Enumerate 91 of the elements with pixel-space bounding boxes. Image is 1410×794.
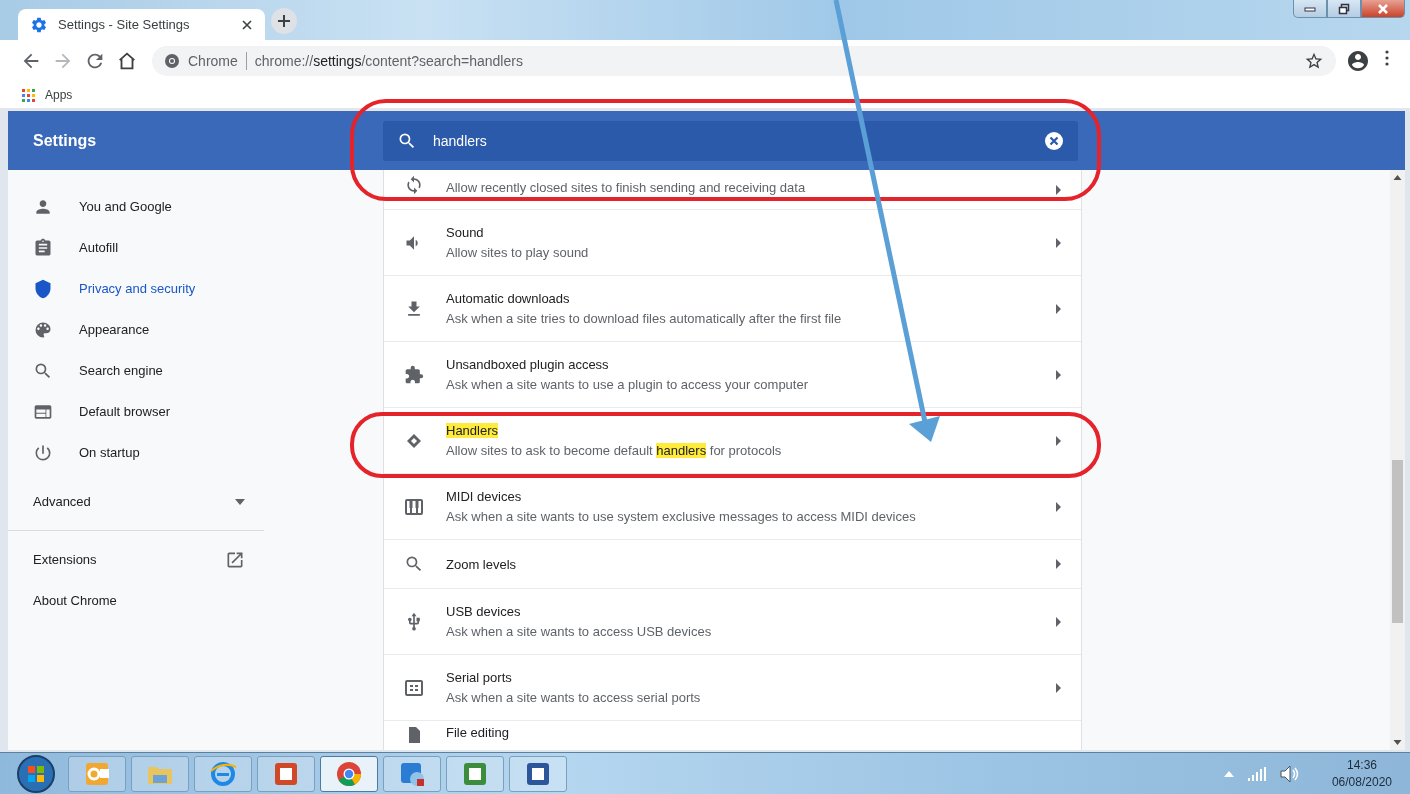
setting-description: Ask when a site wants to access serial ports xyxy=(446,690,702,705)
arrow-right-icon xyxy=(1056,435,1061,446)
site-label: Chrome xyxy=(188,53,238,69)
setting-description: Ask when a site wants to use a plugin to access your computer xyxy=(446,377,810,392)
bookmark-link[interactable]: Apps xyxy=(22,88,73,102)
apps-grid-icon xyxy=(22,88,35,102)
chrome-logo-icon xyxy=(164,53,180,69)
sidebar-item[interactable]: Appearance xyxy=(8,309,265,350)
taskbar-button[interactable] xyxy=(320,755,378,792)
sidebar-item[interactable]: Autofill xyxy=(8,227,265,268)
clock-date: 06/08/2020 xyxy=(1331,775,1392,789)
clear-search-button[interactable] xyxy=(1044,130,1064,151)
setting-title: Serial ports xyxy=(446,670,513,685)
close-button[interactable] xyxy=(1361,0,1405,18)
setting-title: Sound xyxy=(446,225,485,240)
clear-icon xyxy=(1044,130,1064,151)
arrow-right-icon xyxy=(1056,237,1061,248)
search-field[interactable]: handlers xyxy=(383,120,1078,161)
settings-row[interactable]: Unsandboxed plugin access Ask when a site wants to use a plugin to access your computer xyxy=(384,342,1081,408)
serial-port-icon xyxy=(404,677,424,698)
sidebar-item[interactable]: On startup xyxy=(8,432,265,473)
settings-row[interactable]: MIDI devices Ask when a site wants to use system exclusive messages to access MIDI devices xyxy=(384,474,1081,540)
plus-icon xyxy=(277,14,291,28)
url-text: chrome://settings/content?search=handlers xyxy=(254,53,524,69)
minimize-icon xyxy=(1304,5,1316,12)
settings-row[interactable]: Zoom levels xyxy=(384,540,1081,589)
tab-title: Settings - Site Settings xyxy=(58,17,191,32)
home-button[interactable] xyxy=(116,50,138,72)
setting-description: Ask when a site wants to use system exclusive messages to access MIDI devices xyxy=(446,509,917,524)
account-icon xyxy=(1346,49,1370,73)
menu-icon xyxy=(1385,50,1389,66)
taskbar-button[interactable] xyxy=(446,755,504,792)
arrow-right-icon xyxy=(1056,616,1061,627)
settings-row[interactable]: Sound Allow sites to play sound xyxy=(384,210,1081,276)
windows-orb-icon xyxy=(16,753,56,794)
setting-description: Allow sites to ask to become default handlers for protocols xyxy=(446,443,783,458)
advanced-toggle[interactable]: Advanced xyxy=(8,481,265,522)
setting-title: File editing xyxy=(446,725,510,740)
address-bar[interactable]: Chrome chrome://settings/content?search=handlers xyxy=(152,46,1336,76)
taskbar-button[interactable] xyxy=(257,755,315,792)
profile-button[interactable] xyxy=(1346,49,1370,73)
taskbar-button[interactable] xyxy=(509,755,567,792)
setting-title: Automatic downloads xyxy=(446,291,571,306)
arrow-right-icon xyxy=(1056,501,1061,512)
sidebar-link[interactable]: Extensions xyxy=(8,539,265,580)
arrow-right-icon xyxy=(1056,303,1061,314)
settings-row[interactable]: File editing xyxy=(384,721,1081,750)
setting-title: MIDI devices xyxy=(446,489,523,504)
magnifier-icon xyxy=(404,554,424,574)
close-icon xyxy=(1377,2,1389,15)
settings-row[interactable]: Serial ports Ask when a site wants to access serial ports xyxy=(384,655,1081,721)
page-title: Settings xyxy=(32,131,98,150)
clock-time: 14:36 xyxy=(1346,758,1377,772)
close-icon xyxy=(241,18,253,31)
piano-keys-icon xyxy=(404,496,424,517)
sync-icon xyxy=(404,175,424,195)
clipboard-icon xyxy=(33,237,53,258)
setting-description: Allow recently closed sites to finish sending and receiving data xyxy=(446,180,807,195)
setting-description: Ask when a site tries to download files automatically after the first file xyxy=(446,311,843,326)
settings-row[interactable]: Allow recently closed sites to finish sending and receiving data xyxy=(384,170,1081,210)
sidebar-link[interactable]: About Chrome xyxy=(8,580,265,621)
puzzle-piece-icon xyxy=(404,364,424,385)
arrow-right-icon xyxy=(1056,185,1061,195)
shield-icon xyxy=(33,278,53,299)
setting-title: Handlers xyxy=(446,423,500,438)
arrow-right-icon xyxy=(1056,369,1061,380)
settings-icon xyxy=(30,15,48,34)
settings-row[interactable]: Automatic downloads Ask when a site tries to download files automatically after the first file xyxy=(384,276,1081,342)
new-tab-button[interactable] xyxy=(271,8,297,34)
setting-description: Allow sites to play sound xyxy=(446,245,590,260)
speaker-icon[interactable] xyxy=(1279,764,1300,783)
start-button[interactable] xyxy=(14,753,58,794)
bookmark-star-icon[interactable] xyxy=(1304,51,1324,71)
setting-title: USB devices xyxy=(446,604,522,619)
setting-description: Ask when a site wants to access USB devices xyxy=(446,624,713,639)
sidebar-item[interactable]: You and Google xyxy=(8,186,265,227)
browser-tab[interactable]: Settings - Site Settings xyxy=(18,9,265,40)
setting-title: Zoom levels xyxy=(446,556,518,572)
setting-title: Unsandboxed plugin access xyxy=(446,357,610,372)
arrow-right-icon xyxy=(1056,559,1061,569)
sidebar-item[interactable]: Search engine xyxy=(8,350,265,391)
clock[interactable]: 14:36 06/08/2020 xyxy=(1313,758,1392,789)
sidebar-item[interactable]: Privacy and security xyxy=(8,268,265,309)
caret-icon xyxy=(235,498,245,505)
sidebar-item[interactable]: Default browser xyxy=(8,391,265,432)
taskbar-button[interactable] xyxy=(383,755,441,792)
settings-row[interactable]: USB devices Ask when a site wants to access USB devices xyxy=(384,589,1081,655)
home-icon xyxy=(116,50,138,72)
arrow-right-icon xyxy=(1056,682,1061,693)
restore-button[interactable] xyxy=(1327,0,1361,18)
restore-icon xyxy=(1338,2,1350,15)
